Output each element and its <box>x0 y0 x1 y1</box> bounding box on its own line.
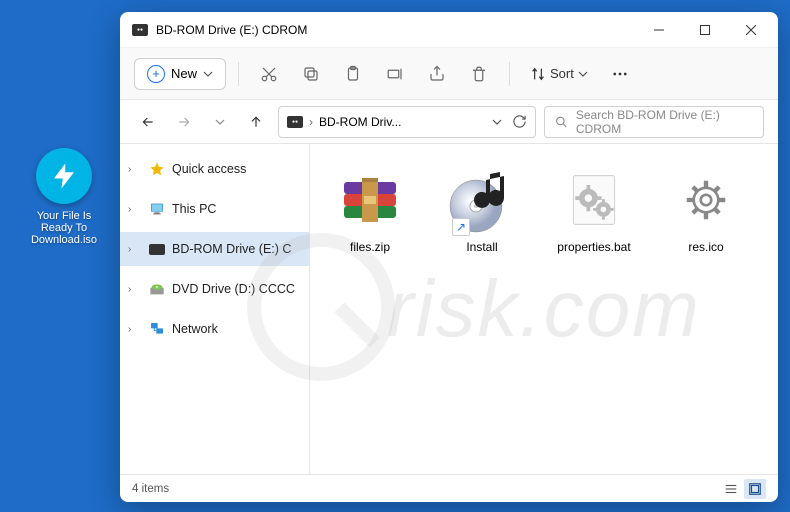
dvd-icon <box>148 280 166 298</box>
separator <box>238 62 239 86</box>
sort-icon <box>530 66 546 82</box>
drive-icon: ●● <box>287 116 303 128</box>
search-input[interactable]: Search BD-ROM Drive (E:) CDROM <box>544 106 764 138</box>
daemon-tools-icon <box>36 148 92 204</box>
chevron-down-icon <box>578 69 588 79</box>
minimize-button[interactable] <box>636 14 682 46</box>
forward-button[interactable] <box>170 108 198 136</box>
item-count: 4 items <box>132 483 169 495</box>
statusbar: 4 items <box>120 474 778 502</box>
window-title: BD-ROM Drive (E:) CDROM <box>156 23 636 37</box>
file-item-install[interactable]: ↗ Install <box>426 156 538 276</box>
pc-icon <box>148 200 166 218</box>
batch-gear-icon <box>558 164 630 236</box>
gear-icon <box>670 164 742 236</box>
chevron-right-icon: › <box>128 244 142 255</box>
file-item-res-ico[interactable]: res.ico <box>650 156 762 276</box>
share-button[interactable] <box>419 56 455 92</box>
chevron-right-icon: › <box>128 204 142 215</box>
desktop-icon-label: Your File Is Ready To Download.iso <box>24 210 104 246</box>
breadcrumb[interactable]: ●● › BD-ROM Driv... <box>278 106 536 138</box>
file-item-files-zip[interactable]: files.zip <box>314 156 426 276</box>
view-toggles <box>720 479 766 499</box>
chevron-down-icon[interactable] <box>492 117 502 127</box>
window-controls <box>636 14 774 46</box>
body: › Quick access › This PC › BD-ROM Drive … <box>120 144 778 474</box>
chevron-right-icon: › <box>128 284 142 295</box>
more-button[interactable] <box>602 56 638 92</box>
sidebar-item-label: DVD Drive (D:) CCCC <box>172 282 295 296</box>
network-icon <box>148 320 166 338</box>
paste-button[interactable] <box>335 56 371 92</box>
search-placeholder: Search BD-ROM Drive (E:) CDROM <box>576 108 753 136</box>
plus-icon: + <box>147 65 165 83</box>
winrar-archive-icon <box>334 164 406 236</box>
nav-row: ●● › BD-ROM Driv... Search BD-ROM Drive … <box>120 100 778 144</box>
desktop-iso-icon[interactable]: Your File Is Ready To Download.iso <box>24 148 104 246</box>
drive-icon: ●● <box>132 24 148 36</box>
search-icon <box>555 115 568 129</box>
titlebar: ●● BD-ROM Drive (E:) CDROM <box>120 12 778 48</box>
copy-button[interactable] <box>293 56 329 92</box>
cut-button[interactable] <box>251 56 287 92</box>
delete-button[interactable] <box>461 56 497 92</box>
back-button[interactable] <box>134 108 162 136</box>
breadcrumb-path: BD-ROM Driv... <box>319 115 401 129</box>
new-label: New <box>171 66 197 81</box>
details-view-button[interactable] <box>720 479 742 499</box>
toolbar: + New Sort <box>120 48 778 100</box>
file-label: Install <box>466 240 497 254</box>
rename-button[interactable] <box>377 56 413 92</box>
file-item-properties-bat[interactable]: properties.bat <box>538 156 650 276</box>
sidebar: › Quick access › This PC › BD-ROM Drive … <box>120 144 310 474</box>
up-button[interactable] <box>242 108 270 136</box>
sidebar-item-quick-access[interactable]: › Quick access <box>120 152 309 186</box>
sidebar-item-label: Network <box>172 322 218 336</box>
star-icon <box>148 160 166 178</box>
sidebar-item-dvd-drive[interactable]: › DVD Drive (D:) CCCC <box>120 272 309 306</box>
disc-music-icon: ↗ <box>446 164 518 236</box>
sidebar-item-this-pc[interactable]: › This PC <box>120 192 309 226</box>
new-button[interactable]: + New <box>134 58 226 90</box>
shortcut-arrow-icon: ↗ <box>452 218 470 236</box>
drive-icon <box>148 240 166 258</box>
sort-button[interactable]: Sort <box>522 60 596 88</box>
chevron-down-icon <box>215 117 225 127</box>
file-label: properties.bat <box>557 240 630 254</box>
sidebar-item-label: This PC <box>172 202 216 216</box>
chevron-right-icon: › <box>309 115 313 129</box>
chevron-down-icon <box>203 69 213 79</box>
sort-label: Sort <box>550 66 574 81</box>
refresh-button[interactable] <box>512 114 527 129</box>
chevron-right-icon: › <box>128 324 142 335</box>
maximize-button[interactable] <box>682 14 728 46</box>
watermark: risk.com <box>387 263 701 355</box>
sidebar-item-label: Quick access <box>172 162 246 176</box>
explorer-window: ●● BD-ROM Drive (E:) CDROM + New <box>120 12 778 502</box>
file-label: files.zip <box>350 240 390 254</box>
sidebar-item-label: BD-ROM Drive (E:) C <box>172 242 291 256</box>
separator <box>509 62 510 86</box>
icons-view-button[interactable] <box>744 479 766 499</box>
sidebar-item-bdrom-drive[interactable]: › BD-ROM Drive (E:) C <box>120 232 309 266</box>
sidebar-item-network[interactable]: › Network <box>120 312 309 346</box>
file-label: res.ico <box>688 240 723 254</box>
recent-button[interactable] <box>206 108 234 136</box>
close-button[interactable] <box>728 14 774 46</box>
chevron-right-icon: › <box>128 164 142 175</box>
file-list: risk.com files.zip <box>310 144 778 474</box>
